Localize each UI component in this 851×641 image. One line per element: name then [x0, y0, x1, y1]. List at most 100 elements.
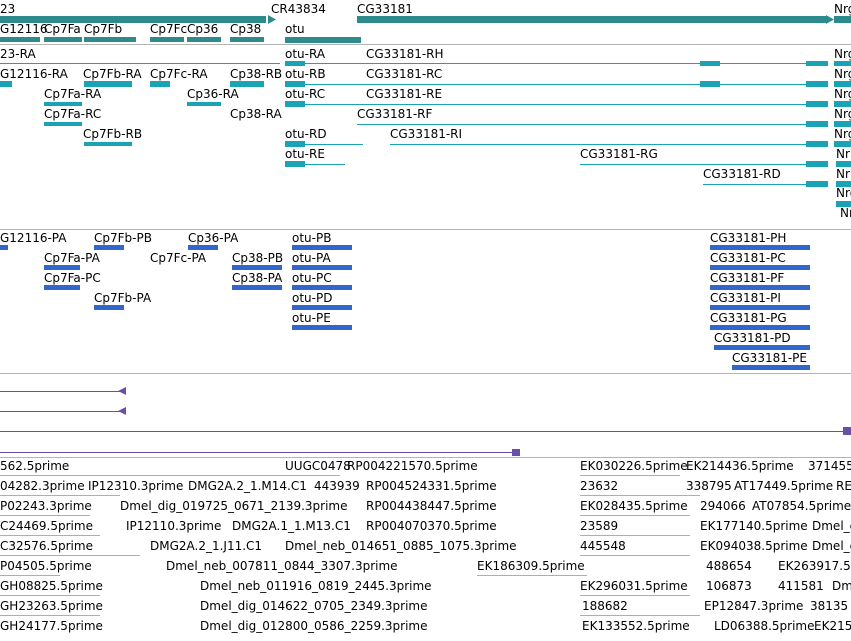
alignment-line[interactable] — [0, 431, 851, 432]
transcript-line[interactable] — [0, 63, 280, 64]
est-label: 338795 — [686, 479, 732, 493]
transcript-label: Nr — [840, 206, 851, 220]
transcript-line[interactable] — [357, 104, 827, 105]
est-label: 23632 — [580, 479, 619, 493]
transcript-label: Cp38-RA — [230, 107, 282, 121]
protein-label: Cp7Fa-PA — [44, 251, 100, 265]
transcript-exon[interactable] — [285, 61, 305, 66]
est-label: EK186309.5prime — [477, 559, 585, 573]
est-label: 371455 — [808, 459, 851, 473]
transcript-line[interactable] — [357, 63, 827, 64]
est-label: UUGC0478 — [285, 459, 351, 473]
gene-label: CG33181 — [357, 2, 413, 16]
protein-label: otu-PA — [292, 251, 331, 265]
est-label: RP004524331.5prime — [366, 479, 497, 493]
protein-label: CG33181-PE — [732, 351, 807, 365]
transcript-label: Cp36-RA — [187, 87, 239, 101]
gene-label: Cp38 — [230, 22, 262, 36]
est-label: 23589 — [580, 519, 619, 533]
transcript-line[interactable] — [580, 164, 827, 165]
est-label: 445548 — [580, 539, 626, 553]
est-label: Dmel_neb_011916_0819_2445.3prime — [200, 579, 432, 593]
est-label: DMG2A.2_1.M14.C1 — [188, 479, 307, 493]
transcript-label: 23-RA — [0, 47, 36, 61]
est-label: DMG2A.1_1.M13.C1 — [232, 519, 351, 533]
gene-label: otu — [285, 22, 305, 36]
est-label: 411581 — [778, 579, 824, 593]
est-label: AT17449.5prime — [734, 479, 834, 493]
est-label: Dmel_dig_014622_0705_2349.3prime — [200, 599, 428, 613]
est-label: Dm — [832, 579, 851, 593]
est-track: 562.5prime UUGC0478 RP004221570.5prime E… — [0, 458, 851, 641]
transcript-label: otu-RD — [285, 127, 327, 141]
transcript-label: Nrg — [834, 87, 851, 101]
transcript-label: Nrg — [834, 67, 851, 81]
est-label: EK215 — [814, 619, 851, 633]
est-label: Dmel_dig_012800_0586_2259.3prime — [200, 619, 428, 633]
est-label: GH24177.5prime — [0, 619, 103, 633]
protein-track: G12116-PA Cp7Fb-PB Cp36-PA otu-PB CG3318… — [0, 230, 851, 372]
transcript-label: G12116-RA — [0, 67, 68, 81]
transcript-line[interactable] — [357, 124, 827, 125]
transcript-label: otu-RE — [285, 147, 325, 161]
transcript-label: CG33181-RF — [357, 107, 433, 121]
gene-label: 23 — [0, 2, 16, 16]
est-label: GH23263.5prime — [0, 599, 103, 613]
est-label: RP004221570.5prime — [347, 459, 478, 473]
gene-label: Cp7Fb — [84, 22, 123, 36]
alignment-end-icon — [118, 407, 126, 415]
protein-label: G12116-PA — [0, 231, 67, 245]
protein-label: CG33181-PH — [710, 231, 787, 245]
alignment-line[interactable] — [0, 452, 516, 453]
transcript-label: Nrg — [834, 107, 851, 121]
est-label: IP12110.3prime — [126, 519, 222, 533]
protein-label: CG33181-PI — [710, 291, 781, 305]
transcript-label: Nr — [836, 147, 850, 161]
transcript-label: otu-RA — [285, 47, 326, 61]
est-label: RE — [836, 479, 851, 493]
protein-label: CG33181-PF — [710, 271, 785, 285]
gene-label: G12116 — [0, 22, 48, 36]
alignment-line[interactable] — [0, 391, 122, 392]
transcript-label: Nrg — [834, 47, 851, 61]
est-label: EK094038.5prime — [700, 539, 808, 553]
est-label: 188682 — [582, 599, 628, 613]
gene-label: Cp7Fa — [44, 22, 81, 36]
genome-browser-view: 23 CR43834 CG33181 Nrg G12116 Cp7Fa Cp7F… — [0, 0, 851, 641]
transcript-line[interactable] — [390, 144, 827, 145]
est-label: EK028435.5prime — [580, 499, 688, 513]
protein-label: CG33181-PG — [710, 311, 787, 325]
transcript-label: CG33181-RD — [703, 167, 781, 181]
transcript-label: CG33181-RE — [366, 87, 443, 101]
est-label: P04505.5prime — [0, 559, 92, 573]
protein-label: otu-PB — [292, 231, 332, 245]
est-label: EK263917.5 — [778, 559, 851, 573]
protein-label: Cp7Fb-PB — [94, 231, 152, 245]
est-label: 488654 — [706, 559, 752, 573]
est-label: C24469.5prime — [0, 519, 93, 533]
est-label: 38135 — [810, 599, 849, 613]
gene-label: CR43834 — [271, 2, 326, 16]
gene-label: Cp7Fc — [150, 22, 188, 36]
transcript-label: otu-RC — [285, 87, 326, 101]
alignment-line[interactable] — [0, 411, 122, 412]
protein-label: Cp7Fb-PA — [94, 291, 152, 305]
protein-label: Cp7Fc-PA — [150, 251, 207, 265]
est-label: GH08825.5prime — [0, 579, 103, 593]
est-label: 443939 — [314, 479, 360, 493]
est-label: 562.5prime — [0, 459, 70, 473]
protein-label: Cp36-PA — [188, 231, 239, 245]
transcript-line[interactable] — [357, 84, 827, 85]
transcript-label: Cp7Fa-RA — [44, 87, 102, 101]
est-label: RP004070370.5prime — [366, 519, 497, 533]
transcript-label: CG33181-RC — [366, 67, 443, 81]
protein-label: Cp38-PA — [232, 271, 283, 285]
est-label: 106873 — [706, 579, 752, 593]
protein-label: Cp38-PB — [232, 251, 284, 265]
transcript-track: 23-RA otu-RA CG33181-RH Nrg G12116-RA Cp… — [0, 45, 851, 229]
transcript-label: Nrg — [836, 186, 851, 200]
transcript-label: CG33181-RG — [580, 147, 658, 161]
est-label: Dmel_c — [812, 539, 851, 553]
protein-label: CG33181-PD — [714, 331, 791, 345]
est-label: EK177140.5prime — [700, 519, 808, 533]
